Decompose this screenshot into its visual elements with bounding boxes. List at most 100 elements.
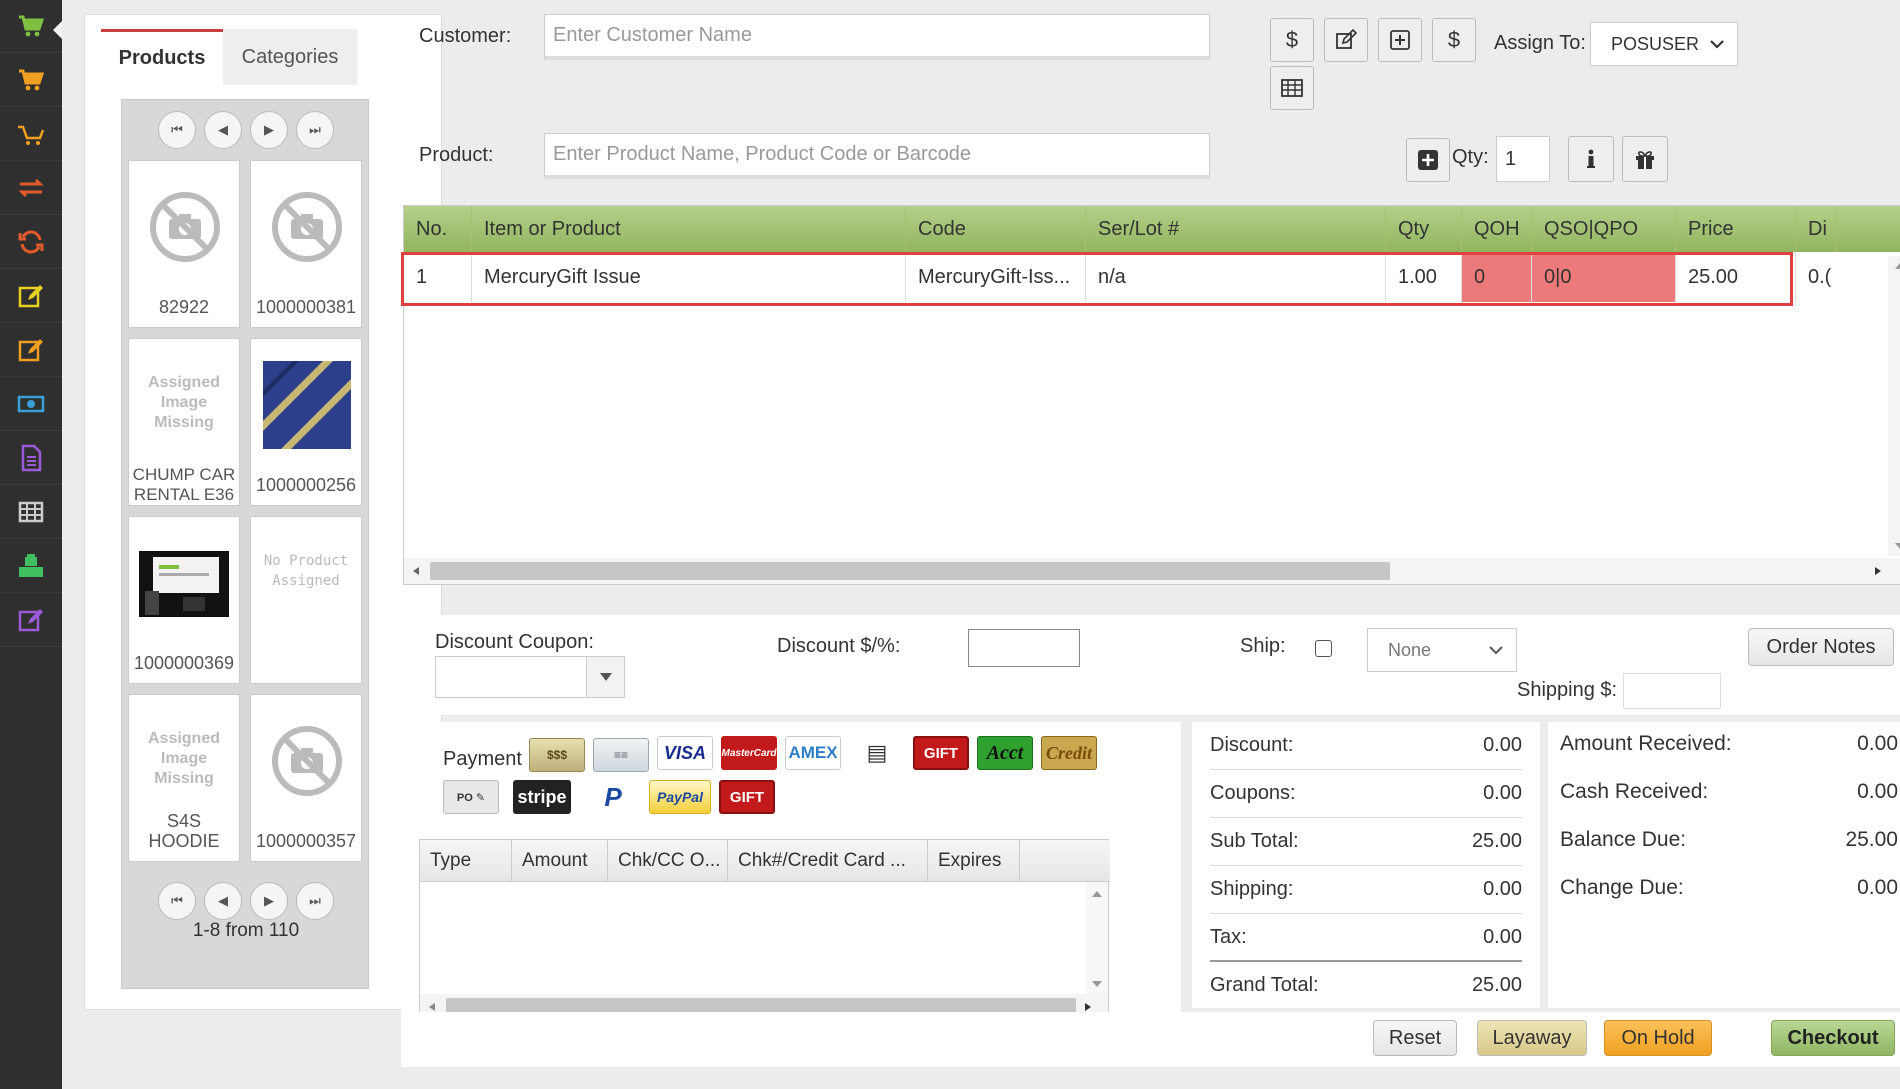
gift-payment-button[interactable]: GIFT (913, 736, 969, 770)
nav-purchase[interactable] (0, 108, 62, 161)
nav-cash[interactable] (0, 378, 62, 431)
vertical-scrollbar[interactable] (1888, 256, 1900, 556)
nav-reports[interactable] (0, 432, 62, 485)
account-payment-button[interactable]: Acct (977, 736, 1033, 770)
gift-card-payment-button[interactable]: GIFT (719, 780, 775, 814)
po-payment-button[interactable]: PO ✎ (443, 780, 499, 814)
stripe-payment-button[interactable]: stripe (513, 780, 571, 814)
discount-coupon-select[interactable] (435, 656, 625, 698)
card-payment-button[interactable]: ▤ (849, 736, 905, 770)
total-row-grand-total: Grand Total: 25.00 (1210, 962, 1522, 1010)
no-camera-icon (150, 192, 220, 262)
col-qoh[interactable]: QOH (1462, 206, 1532, 252)
nav-orders[interactable] (0, 54, 62, 107)
nav-returns[interactable] (0, 216, 62, 269)
prev-page-button[interactable]: ◀ (204, 882, 242, 920)
edit-customer-button[interactable] (1324, 18, 1368, 62)
total-label: Coupons: (1210, 782, 1296, 804)
tab-products[interactable]: Products (101, 29, 223, 85)
product-input[interactable] (544, 133, 1210, 179)
ship-method-select[interactable]: None (1367, 628, 1517, 672)
paypal-payment-button[interactable]: PayPal (649, 780, 711, 814)
on-hold-button[interactable]: On Hold (1604, 1020, 1712, 1056)
prev-page-button[interactable]: ◀ (204, 111, 242, 149)
product-tile[interactable]: No Product Assigned (250, 516, 362, 684)
nav-estimates[interactable] (0, 324, 62, 377)
col-expires[interactable]: Expires (928, 840, 1020, 882)
product-tile[interactable]: 1000000381 (250, 160, 362, 328)
visa-payment-button[interactable]: VISA (657, 736, 713, 770)
svg-text:$: $ (1448, 28, 1460, 52)
add-product-button[interactable] (1406, 138, 1450, 182)
layaway-button[interactable]: Layaway (1477, 1020, 1587, 1056)
amount-value: 0.00 (1857, 876, 1898, 899)
product-info-button[interactable] (1568, 136, 1614, 182)
customer-input[interactable] (544, 14, 1210, 60)
cash-payment-button[interactable]: $$$ (529, 738, 585, 772)
order-notes-button[interactable]: Order Notes (1748, 628, 1894, 666)
nav-transfer[interactable] (0, 162, 62, 215)
coupon-dropdown-button[interactable] (586, 657, 624, 697)
col-price[interactable]: Price (1676, 206, 1796, 252)
col-amount[interactable]: Amount (512, 840, 608, 882)
col-qty[interactable]: Qty (1386, 206, 1462, 252)
horizontal-scrollbar[interactable] (404, 558, 1900, 584)
nav-grid[interactable] (0, 486, 62, 539)
shipping-amount-input[interactable] (1623, 673, 1721, 709)
product-photo (263, 361, 351, 449)
amount-received-row: Amount Received: 0.00 (1560, 722, 1898, 770)
discount-amount-input[interactable] (968, 629, 1080, 667)
gift-button[interactable] (1622, 136, 1668, 182)
last-page-button[interactable]: ⏭ (296, 882, 334, 920)
nav-register[interactable] (0, 540, 62, 593)
scroll-thumb[interactable] (430, 562, 1390, 580)
nav-notes[interactable] (0, 594, 62, 647)
tab-categories[interactable]: Categories (223, 29, 357, 85)
col-discount[interactable]: Di (1796, 206, 1836, 252)
credit-payment-button[interactable]: Credit (1041, 736, 1097, 770)
assign-to-select[interactable]: POSUSER (1590, 22, 1738, 66)
price-level-button[interactable]: $ (1270, 18, 1314, 62)
product-tile[interactable]: 1000000357 (250, 694, 362, 862)
product-tile[interactable]: Assigned Image Missing S4S HOODIE (128, 694, 240, 862)
po-icon: PO ✎ (456, 791, 486, 804)
last-page-button[interactable]: ⏭ (296, 111, 334, 149)
col-qso-qpo[interactable]: QSO|QPO (1532, 206, 1676, 252)
price-button[interactable]: $ (1432, 18, 1476, 62)
gift-card-icon: GIFT (923, 744, 959, 762)
vertical-scrollbar[interactable] (1086, 882, 1108, 994)
mastercard-payment-button[interactable]: MasterCard (721, 736, 777, 770)
nav-quotes[interactable] (0, 270, 62, 323)
next-page-button[interactable]: ▶ (250, 882, 288, 920)
next-page-icon: ▶ (264, 893, 274, 908)
checkout-button[interactable]: Checkout (1771, 1020, 1895, 1056)
paypal-icon-payment-button[interactable]: P (585, 780, 641, 814)
col-chk-cc-owner[interactable]: Chk/CC O... (608, 840, 728, 882)
ship-checkbox[interactable] (1315, 640, 1332, 657)
check-payment-button[interactable]: ≡≡ (593, 738, 649, 772)
col-code[interactable]: Code (906, 206, 1086, 252)
first-page-button[interactable]: ⏮ (158, 111, 196, 149)
product-tabs: Products Categories (101, 29, 425, 85)
first-page-button[interactable]: ⏮ (158, 882, 196, 920)
col-no[interactable]: No. (404, 206, 472, 252)
customer-grid-button[interactable] (1270, 66, 1314, 110)
add-customer-button[interactable] (1378, 18, 1422, 62)
next-page-button[interactable]: ▶ (250, 111, 288, 149)
col-card-number[interactable]: Chk#/Credit Card ... (728, 840, 928, 882)
product-tile[interactable]: 82922 (128, 160, 240, 328)
col-serial[interactable]: Ser/Lot # (1086, 206, 1386, 252)
col-type[interactable]: Type (420, 840, 512, 882)
product-tile[interactable]: Assigned Image Missing CHUMP CAR RENTAL … (128, 338, 240, 506)
nav-sales-cart[interactable] (0, 0, 62, 53)
product-tile[interactable]: 1000000256 (250, 338, 362, 506)
product-tile[interactable]: 1000000369 (128, 516, 240, 684)
edit-purple-icon (18, 609, 43, 632)
amex-payment-button[interactable]: AMEX (785, 736, 841, 770)
reset-button[interactable]: Reset (1373, 1020, 1457, 1056)
qty-input[interactable] (1496, 136, 1550, 182)
col-item[interactable]: Item or Product (472, 206, 906, 252)
chevron-down-icon (1710, 40, 1724, 49)
scroll-up-icon (1895, 263, 1900, 269)
cart-outline-icon (18, 125, 45, 145)
